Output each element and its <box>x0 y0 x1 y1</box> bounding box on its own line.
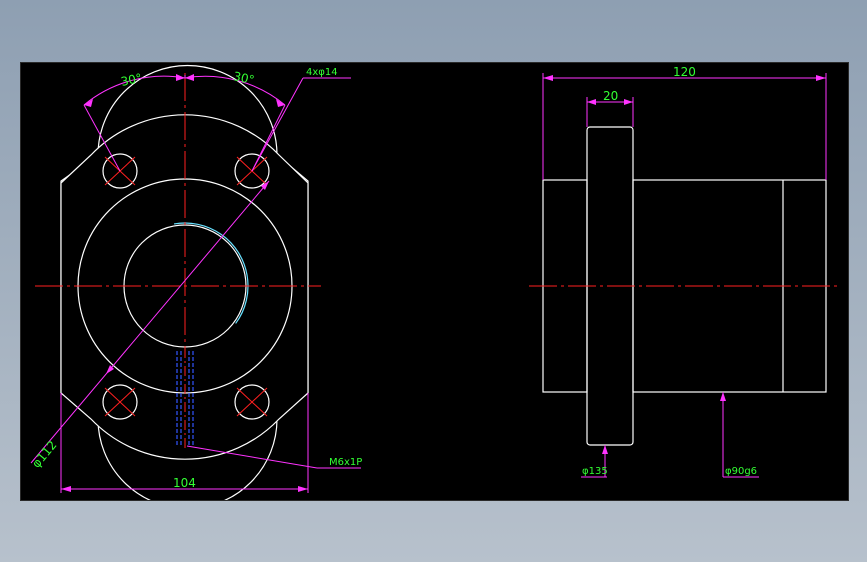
thread-label: M6x1P <box>329 457 362 468</box>
cad-drawing: 30° 30° 4xφ14 φ112 104 M6x1P 120 20 φ135… <box>29 64 841 500</box>
arrow-angle-r1 <box>185 74 194 81</box>
arrow-width-l <box>61 486 71 492</box>
arrow-angle-l2 <box>176 74 185 81</box>
pcd-label: φ112 <box>29 438 60 471</box>
angle-left-label: 30° <box>120 71 144 89</box>
arrow-angle-l1 <box>84 99 93 107</box>
body-dia-label: φ90g6 <box>725 466 757 477</box>
arrow-angle-r2 <box>276 99 285 107</box>
length-dimension <box>542 73 827 180</box>
width-label: 104 <box>173 476 196 490</box>
cad-viewport[interactable]: 30° 30° 4xφ14 φ112 104 M6x1P 120 20 φ135… <box>20 62 849 501</box>
length-label: 120 <box>673 65 696 79</box>
front-view: 30° 30° 4xφ14 φ112 104 M6x1P <box>29 64 362 500</box>
flange-thickness-label: 20 <box>603 89 618 103</box>
arrow-thick-r <box>624 99 633 105</box>
angle-right-label: 30° <box>232 69 256 87</box>
arrow-width-r <box>298 486 308 492</box>
holes-label: 4xφ14 <box>306 67 338 78</box>
arrow-flange-dia <box>602 445 608 454</box>
arrow-length-r <box>816 75 826 81</box>
arrow-body-dia <box>720 392 726 401</box>
arrow-length-l <box>543 75 553 81</box>
arrow-thick-l <box>587 99 596 105</box>
flange-dia-label: φ135 <box>582 466 608 477</box>
